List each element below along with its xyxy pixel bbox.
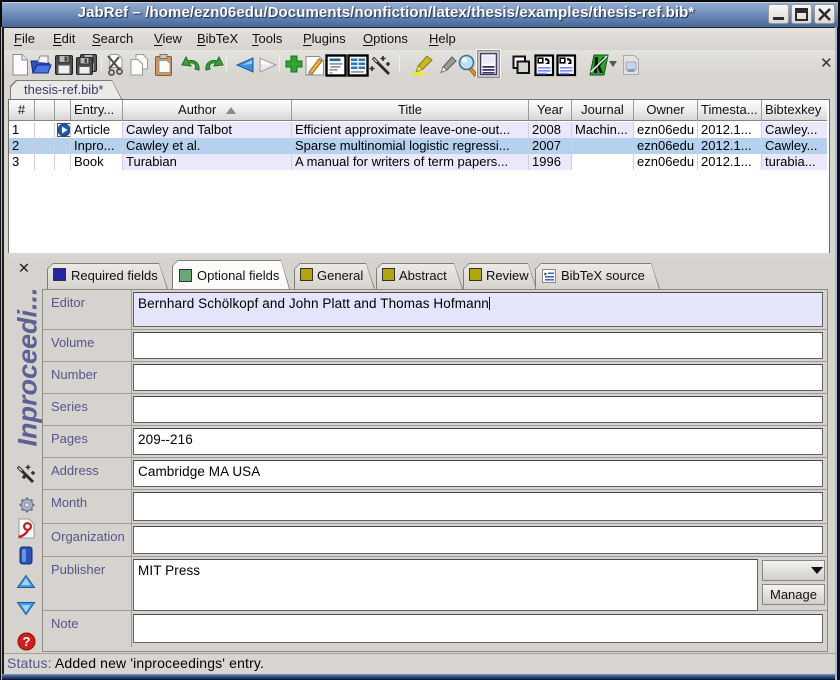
svg-text:?: ? [23, 634, 31, 649]
